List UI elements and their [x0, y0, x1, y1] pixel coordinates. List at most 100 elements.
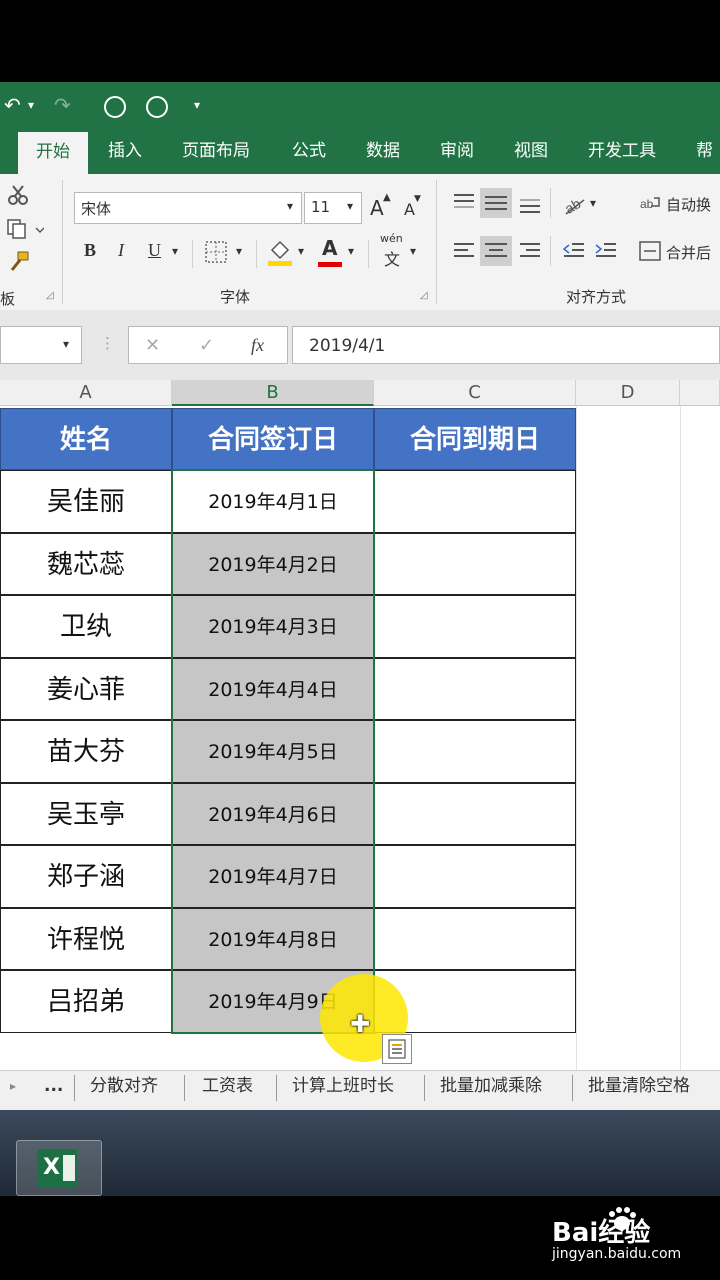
gridline — [576, 406, 577, 1070]
expiry-cell[interactable] — [374, 595, 576, 658]
copy-icon[interactable] — [6, 218, 44, 240]
column-header-a[interactable]: A — [0, 380, 172, 406]
chevron-down-icon[interactable]: ▾ — [410, 244, 416, 258]
name-cell[interactable]: 吕招弟 — [0, 970, 172, 1033]
date-cell[interactable]: 2019年4月6日 — [172, 783, 374, 845]
merge-center-button[interactable]: 合并后 — [666, 242, 711, 263]
expiry-cell[interactable] — [374, 908, 576, 970]
tab-developer[interactable]: 开发工具 — [588, 130, 656, 174]
tab-view[interactable]: 视图 — [514, 130, 548, 174]
chevron-down-icon[interactable]: ▾ — [590, 196, 596, 210]
expiry-cell[interactable] — [374, 783, 576, 845]
name-cell[interactable]: 吴佳丽 — [0, 470, 172, 533]
expiry-cell[interactable] — [374, 533, 576, 595]
name-cell[interactable]: 许程悦 — [0, 908, 172, 970]
tab-page-layout[interactable]: 页面布局 — [182, 130, 250, 174]
date-cell[interactable]: 2019年4月2日 — [172, 533, 374, 595]
date-cell[interactable]: 2019年4月7日 — [172, 845, 374, 908]
cancel-icon[interactable]: ✕ — [145, 335, 160, 356]
name-cell[interactable]: 姜心菲 — [0, 658, 172, 720]
name-cell[interactable]: 吴玉亭 — [0, 783, 172, 845]
bold-button[interactable]: B — [84, 240, 96, 261]
date-cell[interactable]: 2019年4月5日 — [172, 720, 374, 783]
phonetic-char[interactable]: 文 — [384, 246, 400, 270]
header-cell-sign-date[interactable]: 合同签订日 — [172, 408, 374, 470]
circle-icon[interactable] — [146, 96, 168, 118]
excel-taskbar-button[interactable]: X — [16, 1140, 102, 1196]
tab-home[interactable]: 开始 — [18, 132, 88, 174]
cut-icon[interactable] — [6, 184, 30, 206]
worksheet-grid[interactable]: A B C D 姓名 合同签订日 合同到期日 吴佳丽 2019年4月1日 魏芯蕊… — [0, 380, 720, 1070]
phonetic-pinyin[interactable]: wén — [380, 232, 403, 245]
undo-icon[interactable]: ↶ — [4, 92, 21, 118]
tab-insert[interactable]: 插入 — [108, 130, 142, 174]
circle-icon[interactable] — [104, 96, 126, 118]
borders-icon[interactable] — [204, 240, 228, 264]
align-center-button[interactable] — [480, 236, 512, 266]
header-cell-name[interactable]: 姓名 — [0, 408, 172, 470]
chevron-down-icon[interactable]: ▾ — [348, 244, 354, 258]
expiry-cell[interactable] — [374, 845, 576, 908]
font-size-select[interactable]: 11 ▾ — [304, 192, 362, 224]
decrease-indent-icon[interactable] — [562, 240, 586, 262]
chevron-down-icon[interactable]: ▾ — [236, 244, 242, 258]
dialog-launcher-icon[interactable]: ◿ — [420, 290, 428, 301]
expiry-cell[interactable] — [374, 470, 576, 533]
sheet-tab[interactable]: 批量加减乘除 — [440, 1071, 542, 1109]
expiry-cell[interactable] — [374, 658, 576, 720]
redo-icon[interactable]: ↷ — [54, 92, 71, 118]
merge-center-icon[interactable] — [638, 240, 662, 262]
date-cell[interactable]: 2019年4月4日 — [172, 658, 374, 720]
sheet-tab[interactable]: 分散对齐 — [90, 1071, 158, 1109]
name-box[interactable]: ▾ — [0, 326, 82, 364]
wrap-text-button[interactable]: 自动换 — [666, 194, 711, 215]
column-header-d[interactable]: D — [576, 380, 680, 406]
tab-review[interactable]: 审阅 — [440, 130, 474, 174]
date-cell[interactable]: 2019年4月8日 — [172, 908, 374, 970]
align-bottom-icon[interactable] — [518, 194, 542, 216]
expiry-cell[interactable] — [374, 720, 576, 783]
name-cell[interactable]: 魏芯蕊 — [0, 533, 172, 595]
align-right-icon[interactable] — [518, 240, 542, 262]
align-top-icon[interactable] — [452, 192, 476, 214]
sheet-tab[interactable]: 工资表 — [202, 1071, 253, 1109]
column-header-c[interactable]: C — [374, 380, 576, 406]
formula-input[interactable]: 2019/4/1 — [292, 326, 720, 364]
date-cell[interactable]: 2019年4月1日 — [172, 470, 374, 533]
underline-button[interactable]: U — [148, 240, 161, 261]
fill-color-icon[interactable] — [266, 236, 294, 268]
chevron-down-icon[interactable]: ▾ — [172, 244, 178, 258]
tab-data[interactable]: 数据 — [366, 130, 400, 174]
increase-indent-icon[interactable] — [594, 240, 618, 262]
tab-help[interactable]: 帮 — [696, 130, 713, 174]
grow-font-icon[interactable]: A — [370, 196, 384, 220]
excel-icon: X — [37, 1149, 77, 1187]
header-cell-expiry-date[interactable]: 合同到期日 — [374, 408, 576, 470]
align-middle-button[interactable] — [480, 188, 512, 218]
column-header-e[interactable] — [680, 380, 720, 406]
format-painter-icon[interactable] — [6, 250, 32, 272]
fx-icon[interactable]: fx — [251, 335, 264, 356]
sheet-tab-more[interactable]: ... — [44, 1071, 63, 1109]
customize-qat-icon[interactable]: ▾ — [194, 92, 200, 118]
quick-analysis-button[interactable] — [382, 1034, 412, 1064]
date-cell[interactable]: 2019年4月3日 — [172, 595, 374, 658]
chevron-down-icon[interactable]: ▾ — [298, 244, 304, 258]
sheet-tab[interactable]: 批量清除空格 — [588, 1071, 690, 1109]
wrap-text-icon[interactable]: ab — [640, 194, 662, 214]
scroll-tabs-icon[interactable]: ▸ — [10, 1071, 16, 1109]
undo-dropdown-icon[interactable]: ▾ — [28, 92, 34, 118]
font-name-select[interactable]: 宋体 ▾ — [74, 192, 302, 224]
enter-icon[interactable]: ✓ — [199, 335, 214, 356]
column-header-b[interactable]: B — [172, 380, 374, 406]
name-cell[interactable]: 卫纨 — [0, 595, 172, 658]
tab-formulas[interactable]: 公式 — [292, 130, 326, 174]
sheet-tab[interactable]: 计算上班时长 — [292, 1071, 394, 1109]
italic-button[interactable]: I — [118, 240, 124, 261]
dialog-launcher-icon[interactable]: ◿ — [46, 290, 54, 301]
name-cell[interactable]: 郑子涵 — [0, 845, 172, 908]
orientation-icon[interactable]: ab — [562, 190, 588, 216]
font-color-icon[interactable]: A — [322, 236, 337, 260]
align-left-icon[interactable] — [452, 240, 476, 262]
name-cell[interactable]: 苗大芬 — [0, 720, 172, 783]
